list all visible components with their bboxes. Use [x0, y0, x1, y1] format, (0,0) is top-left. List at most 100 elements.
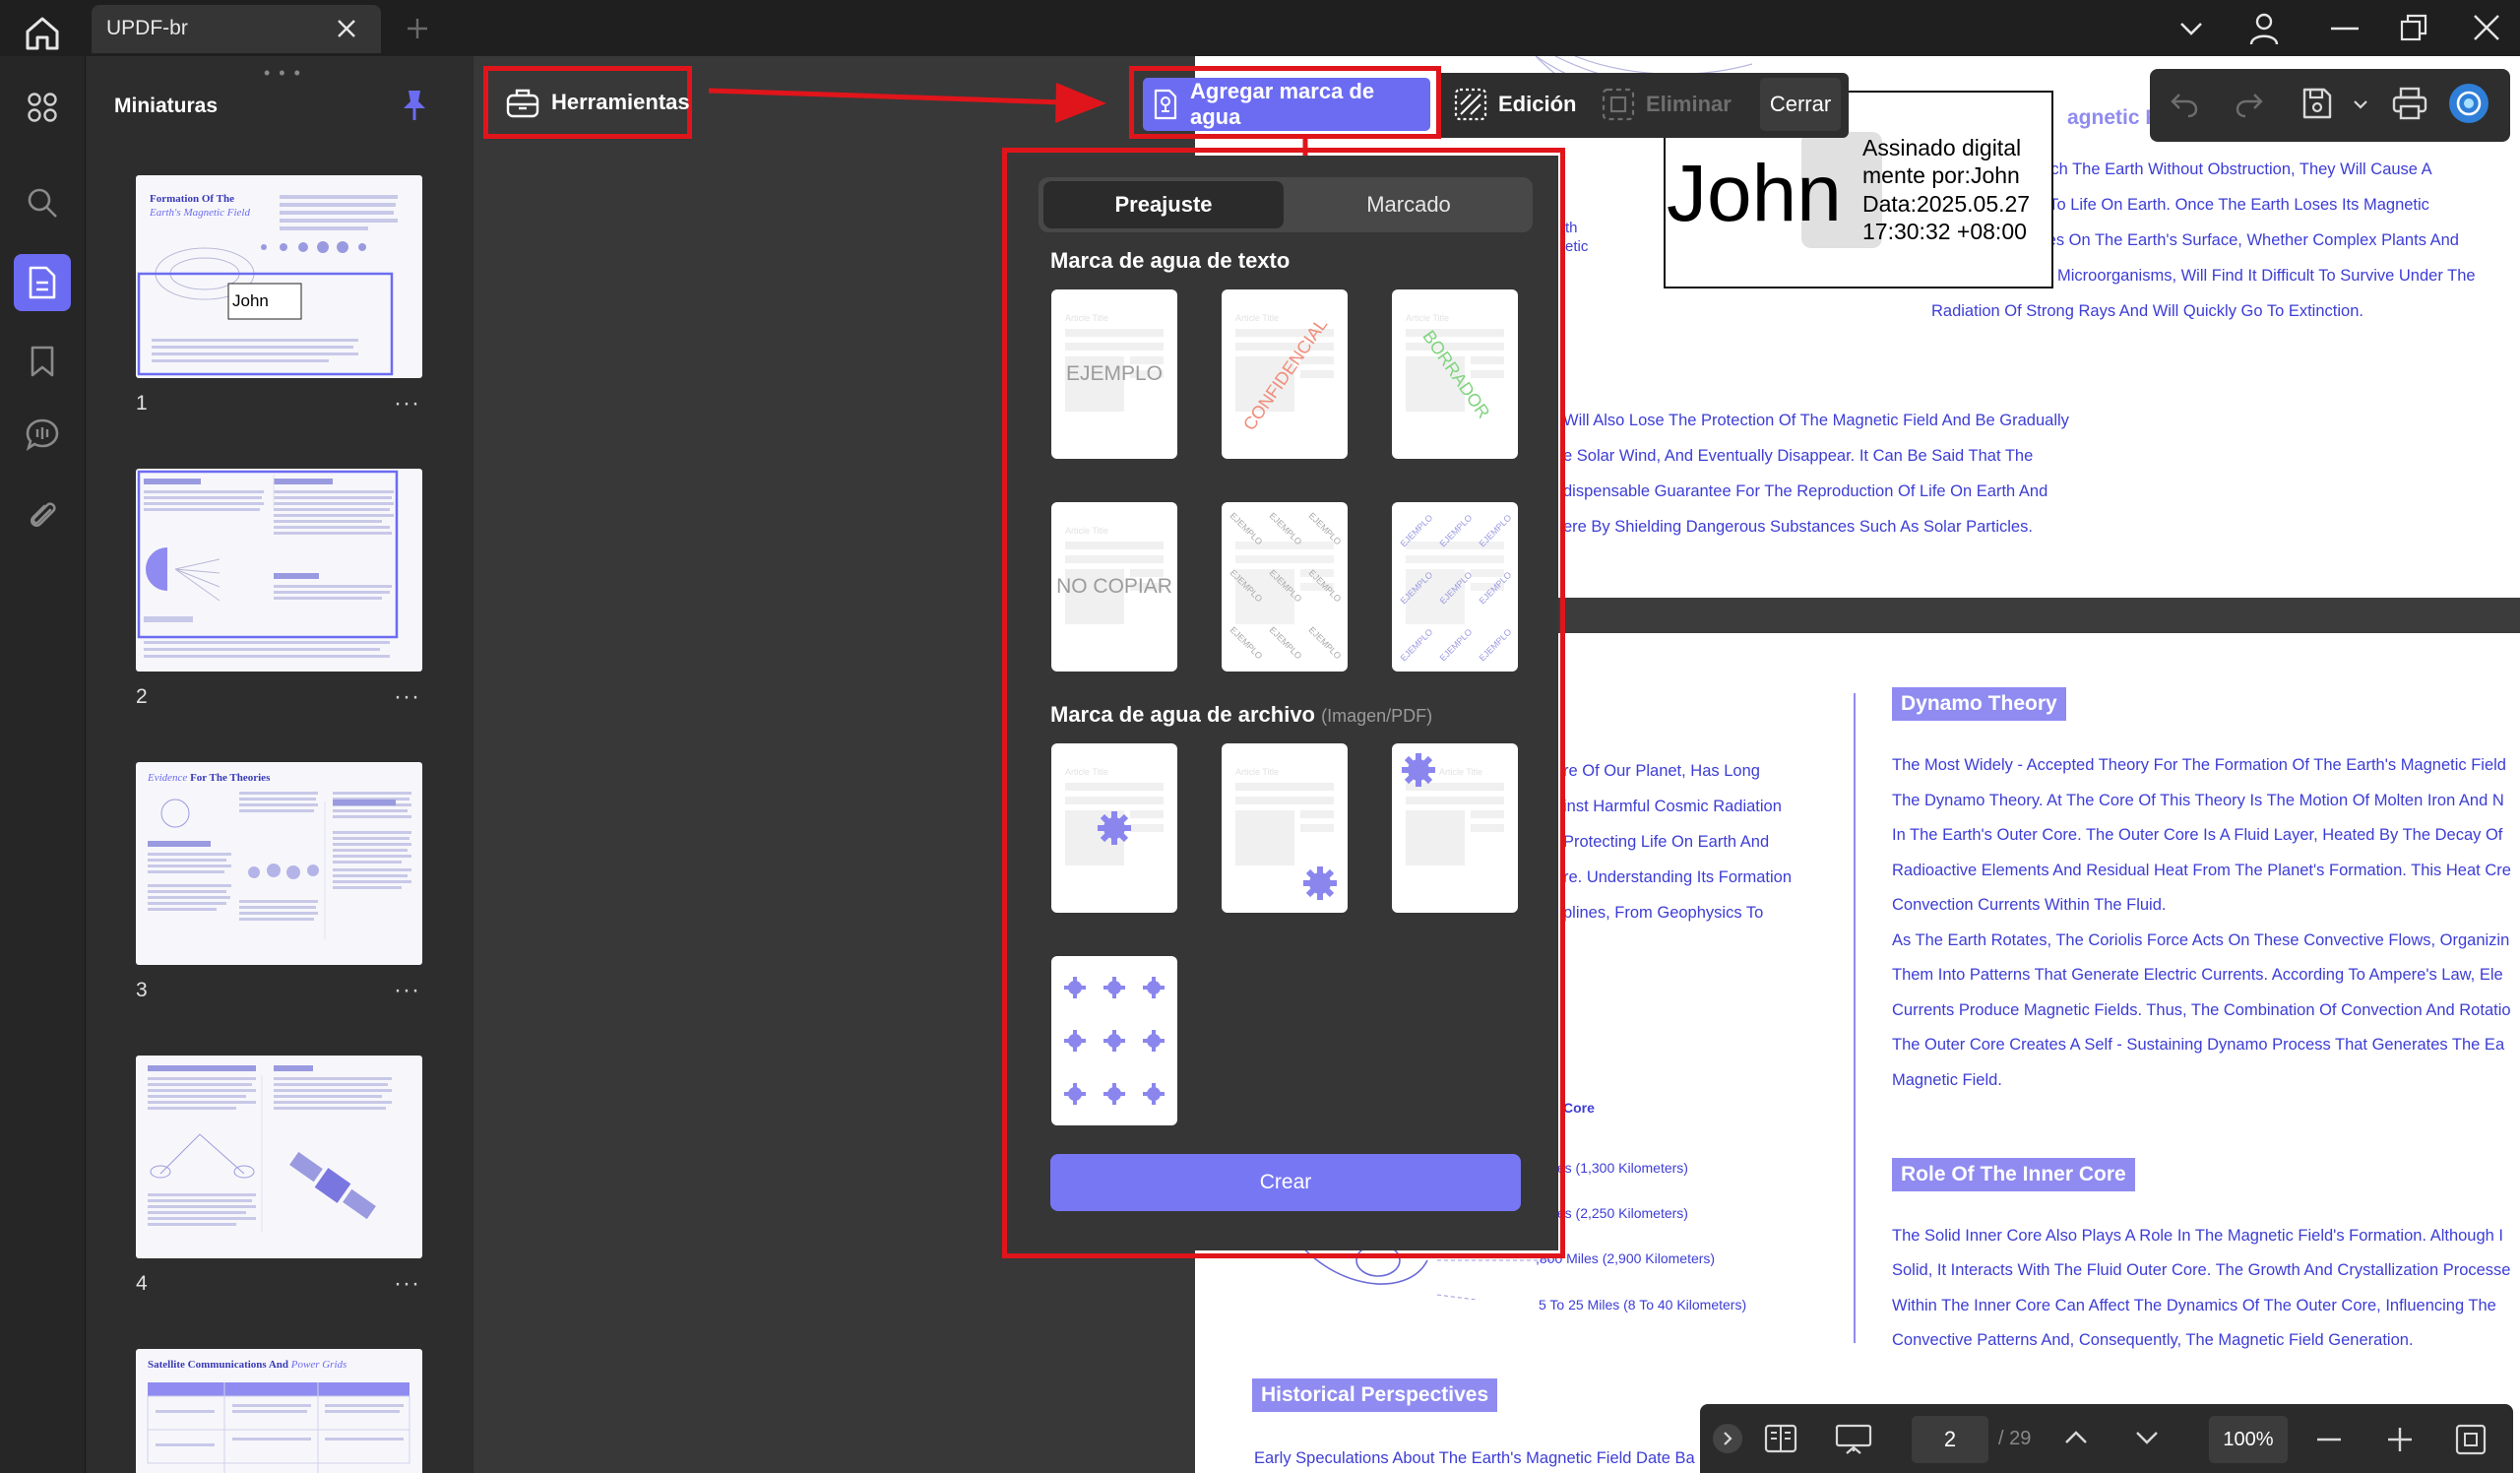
thumbnails-view-icon[interactable]	[14, 254, 71, 311]
doc-text-line: ures On The Earth's Surface, Whether Com…	[2033, 231, 2459, 249]
doc-text-line: As The Earth Rotates, The Coriolis Force…	[1892, 931, 2510, 949]
watermark-preset-card-tiled[interactable]: EJEMPLO EJEMPLO EJEMPLO EJEMPLO EJEMPLO …	[1222, 502, 1348, 672]
delete-button[interactable]: Eliminar	[1601, 87, 1732, 122]
watermark-preset-card[interactable]: Article Title BORRADOR	[1392, 289, 1518, 459]
fit-screen-icon[interactable]	[2455, 1424, 2487, 1455]
close-button[interactable]: Cerrar	[1760, 78, 1841, 131]
doc-text-line: Microorganisms, Will Find It Difficult T…	[2057, 267, 2476, 285]
tab-marked[interactable]: Marcado	[1290, 181, 1528, 228]
watermark-preview-text: NO COPIAR	[1056, 575, 1172, 598]
text-watermark-section-title: Marca de agua de texto	[1050, 248, 1291, 273]
save-options-chevron-icon[interactable]	[2353, 98, 2368, 110]
page-number: 3	[136, 979, 148, 1001]
doc-text-line: Currents Produce Magnetic Fields. Thus, …	[1892, 1001, 2511, 1019]
page-options-button[interactable]: ···	[394, 1270, 420, 1298]
signature-line: mente por:John	[1862, 162, 2020, 188]
comments-icon[interactable]	[14, 406, 71, 463]
section-heading: Role Of The Inner Core	[1892, 1158, 2135, 1191]
close-window-icon[interactable]	[2473, 14, 2500, 41]
doc-text-line: e Solar Wind, And Eventually Disappear. …	[1563, 447, 2034, 465]
attachment-icon[interactable]	[14, 486, 71, 544]
doc-text-line: In The Earth's Outer Core. The Outer Cor…	[1892, 826, 2503, 844]
page-number: 4	[136, 1272, 148, 1295]
watermark-icon	[1153, 88, 1178, 121]
search-icon[interactable]	[14, 174, 71, 231]
save-icon[interactable]	[2301, 87, 2333, 120]
watermark-preset-card-tiled-rotated[interactable]: EJEMPLO EJEMPLO EJEMPLO EJEMPLO EJEMPLO …	[1392, 502, 1518, 672]
page-thumbnail-5[interactable]: Satellite Communications And Power Grids	[136, 1349, 422, 1473]
doc-text-line: each The Earth Without Obstruction, They…	[2033, 160, 2432, 178]
file-watermark-card-center[interactable]: Article Title	[1051, 743, 1177, 913]
pin-icon[interactable]	[400, 89, 429, 122]
minimize-icon[interactable]	[2331, 27, 2359, 31]
edit-button[interactable]: Edición	[1453, 87, 1576, 122]
doc-text-line: Radioactive Elements And Residual Heat F…	[1892, 862, 2511, 879]
thumb-title: Satellite Communications And	[148, 1359, 289, 1371]
file-watermark-section-title: Marca de agua de archivo (Imagen/PDF)	[1050, 702, 1432, 728]
file-watermark-card-top-left[interactable]: Article Title	[1392, 743, 1518, 913]
previous-page-icon[interactable]	[2063, 1428, 2089, 1445]
page-total: / 29	[1998, 1428, 2032, 1449]
diagram-depth-label: 5 To 25 Miles (8 To 40 Kilometers)	[1539, 1297, 1747, 1313]
undo-icon[interactable]	[2170, 91, 2199, 118]
zoom-level[interactable]: 100%	[2209, 1416, 2288, 1463]
page-thumbnail-2[interactable]	[136, 469, 422, 672]
page-thumbnail-4[interactable]	[136, 1056, 422, 1258]
bookmark-icon[interactable]	[14, 333, 71, 390]
doc-text-line: ere By Shielding Dangerous Substances Su…	[1563, 518, 2033, 536]
callout-arrow-right	[708, 83, 1106, 123]
page-number: 2	[136, 685, 148, 708]
page-number-input[interactable]: 2	[1912, 1416, 1988, 1463]
doc-text-line: The Outer Core Creates A Self - Sustaini…	[1892, 1036, 2505, 1054]
watermark-preset-card[interactable]: Article Title CONFIDENCIAL	[1222, 289, 1348, 459]
tab-preset[interactable]: Preajuste	[1043, 181, 1284, 228]
column-divider	[1854, 693, 1856, 1343]
file-watermark-card-bottom-right[interactable]: Article Title	[1222, 743, 1348, 913]
doc-text-line: Within The Inner Core Can Affect The Dyn…	[1892, 1297, 2496, 1314]
watermark-preview-text: EJEMPLO	[1065, 362, 1164, 385]
page-options-button[interactable]: ···	[394, 390, 420, 417]
doc-text-line: The Solid Inner Core Also Plays A Role I…	[1892, 1227, 2504, 1245]
account-icon[interactable]	[2248, 12, 2280, 45]
zoom-in-icon[interactable]	[2388, 1428, 2412, 1451]
page-thumbnail-3[interactable]: Evidence For The Theories	[136, 762, 422, 965]
new-tab-icon[interactable]	[406, 17, 429, 40]
add-watermark-label: Agregar marca de agua	[1190, 79, 1375, 129]
next-page-icon[interactable]	[2134, 1430, 2160, 1447]
tools-label: Herramientas	[551, 90, 690, 114]
zoom-out-icon[interactable]	[2317, 1438, 2341, 1441]
page-thumbnail-1[interactable]: Formation Of The Earth's Magnetic Field …	[136, 175, 422, 378]
doc-text-line: Solid, It Interacts With The Fluid Outer…	[1892, 1261, 2511, 1279]
home-icon[interactable]	[24, 16, 61, 51]
restore-icon[interactable]	[2400, 14, 2427, 41]
doc-text-line: Them Into Patterns That Generate Electri…	[1892, 966, 2503, 984]
doc-text-line: re. Understanding Its Formation	[1563, 868, 1793, 886]
redo-icon[interactable]	[2235, 91, 2264, 118]
presentation-icon[interactable]	[1835, 1424, 1872, 1455]
doc-text-line: The Most Widely - Accepted Theory For Th…	[1892, 756, 2506, 774]
apps-grid-icon[interactable]	[14, 79, 71, 136]
watermark-preset-card[interactable]: Article Title NO COPIAR	[1051, 502, 1177, 672]
ai-assistant-icon[interactable]	[2449, 84, 2488, 123]
doc-text-line: Convection Currents Within The Fluid.	[1892, 896, 2167, 914]
doc-text-line: plines, From Geophysics To	[1563, 904, 1764, 922]
edit-pattern-icon	[1453, 87, 1488, 122]
file-watermark-card-tiled[interactable]	[1051, 956, 1177, 1125]
add-watermark-button[interactable]: Agregar marca de agua	[1143, 78, 1430, 131]
print-icon[interactable]	[2392, 87, 2427, 120]
edit-label: Edición	[1498, 92, 1577, 116]
page-layout-icon[interactable]	[1764, 1424, 1797, 1453]
tools-button[interactable]: Herramientas	[483, 66, 692, 139]
collapse-toolbar-icon[interactable]	[1713, 1424, 1742, 1453]
create-button[interactable]: Crear	[1050, 1154, 1521, 1211]
panel-drag-handle[interactable]: • • •	[264, 63, 302, 84]
page-options-button[interactable]: ···	[394, 977, 420, 1004]
doc-text-line: Will Also Lose The Protection Of The Mag…	[1563, 412, 2069, 429]
thumbnails-title: Miniaturas	[114, 95, 219, 117]
signature-line: Data:2025.05.27	[1862, 191, 2031, 217]
thumb-subtitle: Power Grids	[290, 1359, 347, 1371]
close-tab-icon[interactable]	[335, 17, 358, 40]
watermark-preset-card[interactable]: Article Title EJEMPLO	[1051, 289, 1177, 459]
page-options-button[interactable]: ···	[394, 683, 420, 711]
chevron-down-icon[interactable]	[2177, 18, 2205, 39]
